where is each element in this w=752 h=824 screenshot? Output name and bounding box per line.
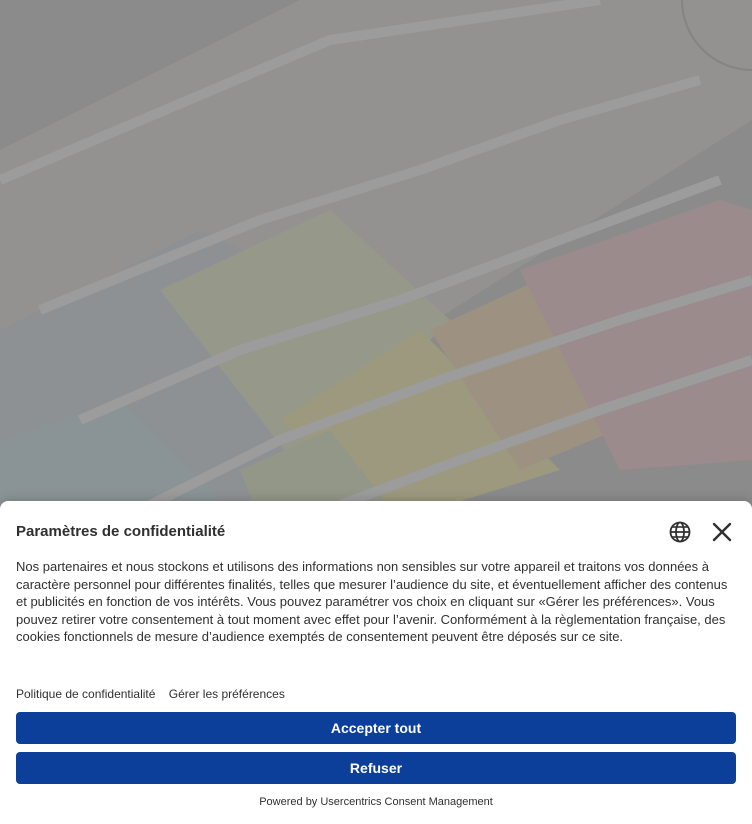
accept-all-button[interactable]: Accepter tout — [16, 712, 736, 744]
banner-links: Politique de confidentialité Gérer les p… — [16, 687, 295, 701]
language-button[interactable] — [668, 520, 692, 544]
globe-icon — [669, 521, 691, 543]
banner-title: Paramètres de confidentialité — [16, 523, 226, 540]
privacy-consent-banner: Paramètres de confidentialité Nos parten… — [0, 501, 752, 824]
manage-preferences-link[interactable]: Gérer les préférences — [169, 687, 285, 701]
privacy-policy-link[interactable]: Politique de confidentialité — [16, 687, 155, 701]
close-icon — [712, 522, 732, 542]
close-button[interactable] — [710, 520, 734, 544]
powered-by-text: Powered by Usercentrics Consent Manageme… — [259, 796, 493, 808]
deny-button[interactable]: Refuser — [16, 752, 736, 784]
banner-description: Nos partenaires et nous stockons et util… — [16, 559, 728, 645]
